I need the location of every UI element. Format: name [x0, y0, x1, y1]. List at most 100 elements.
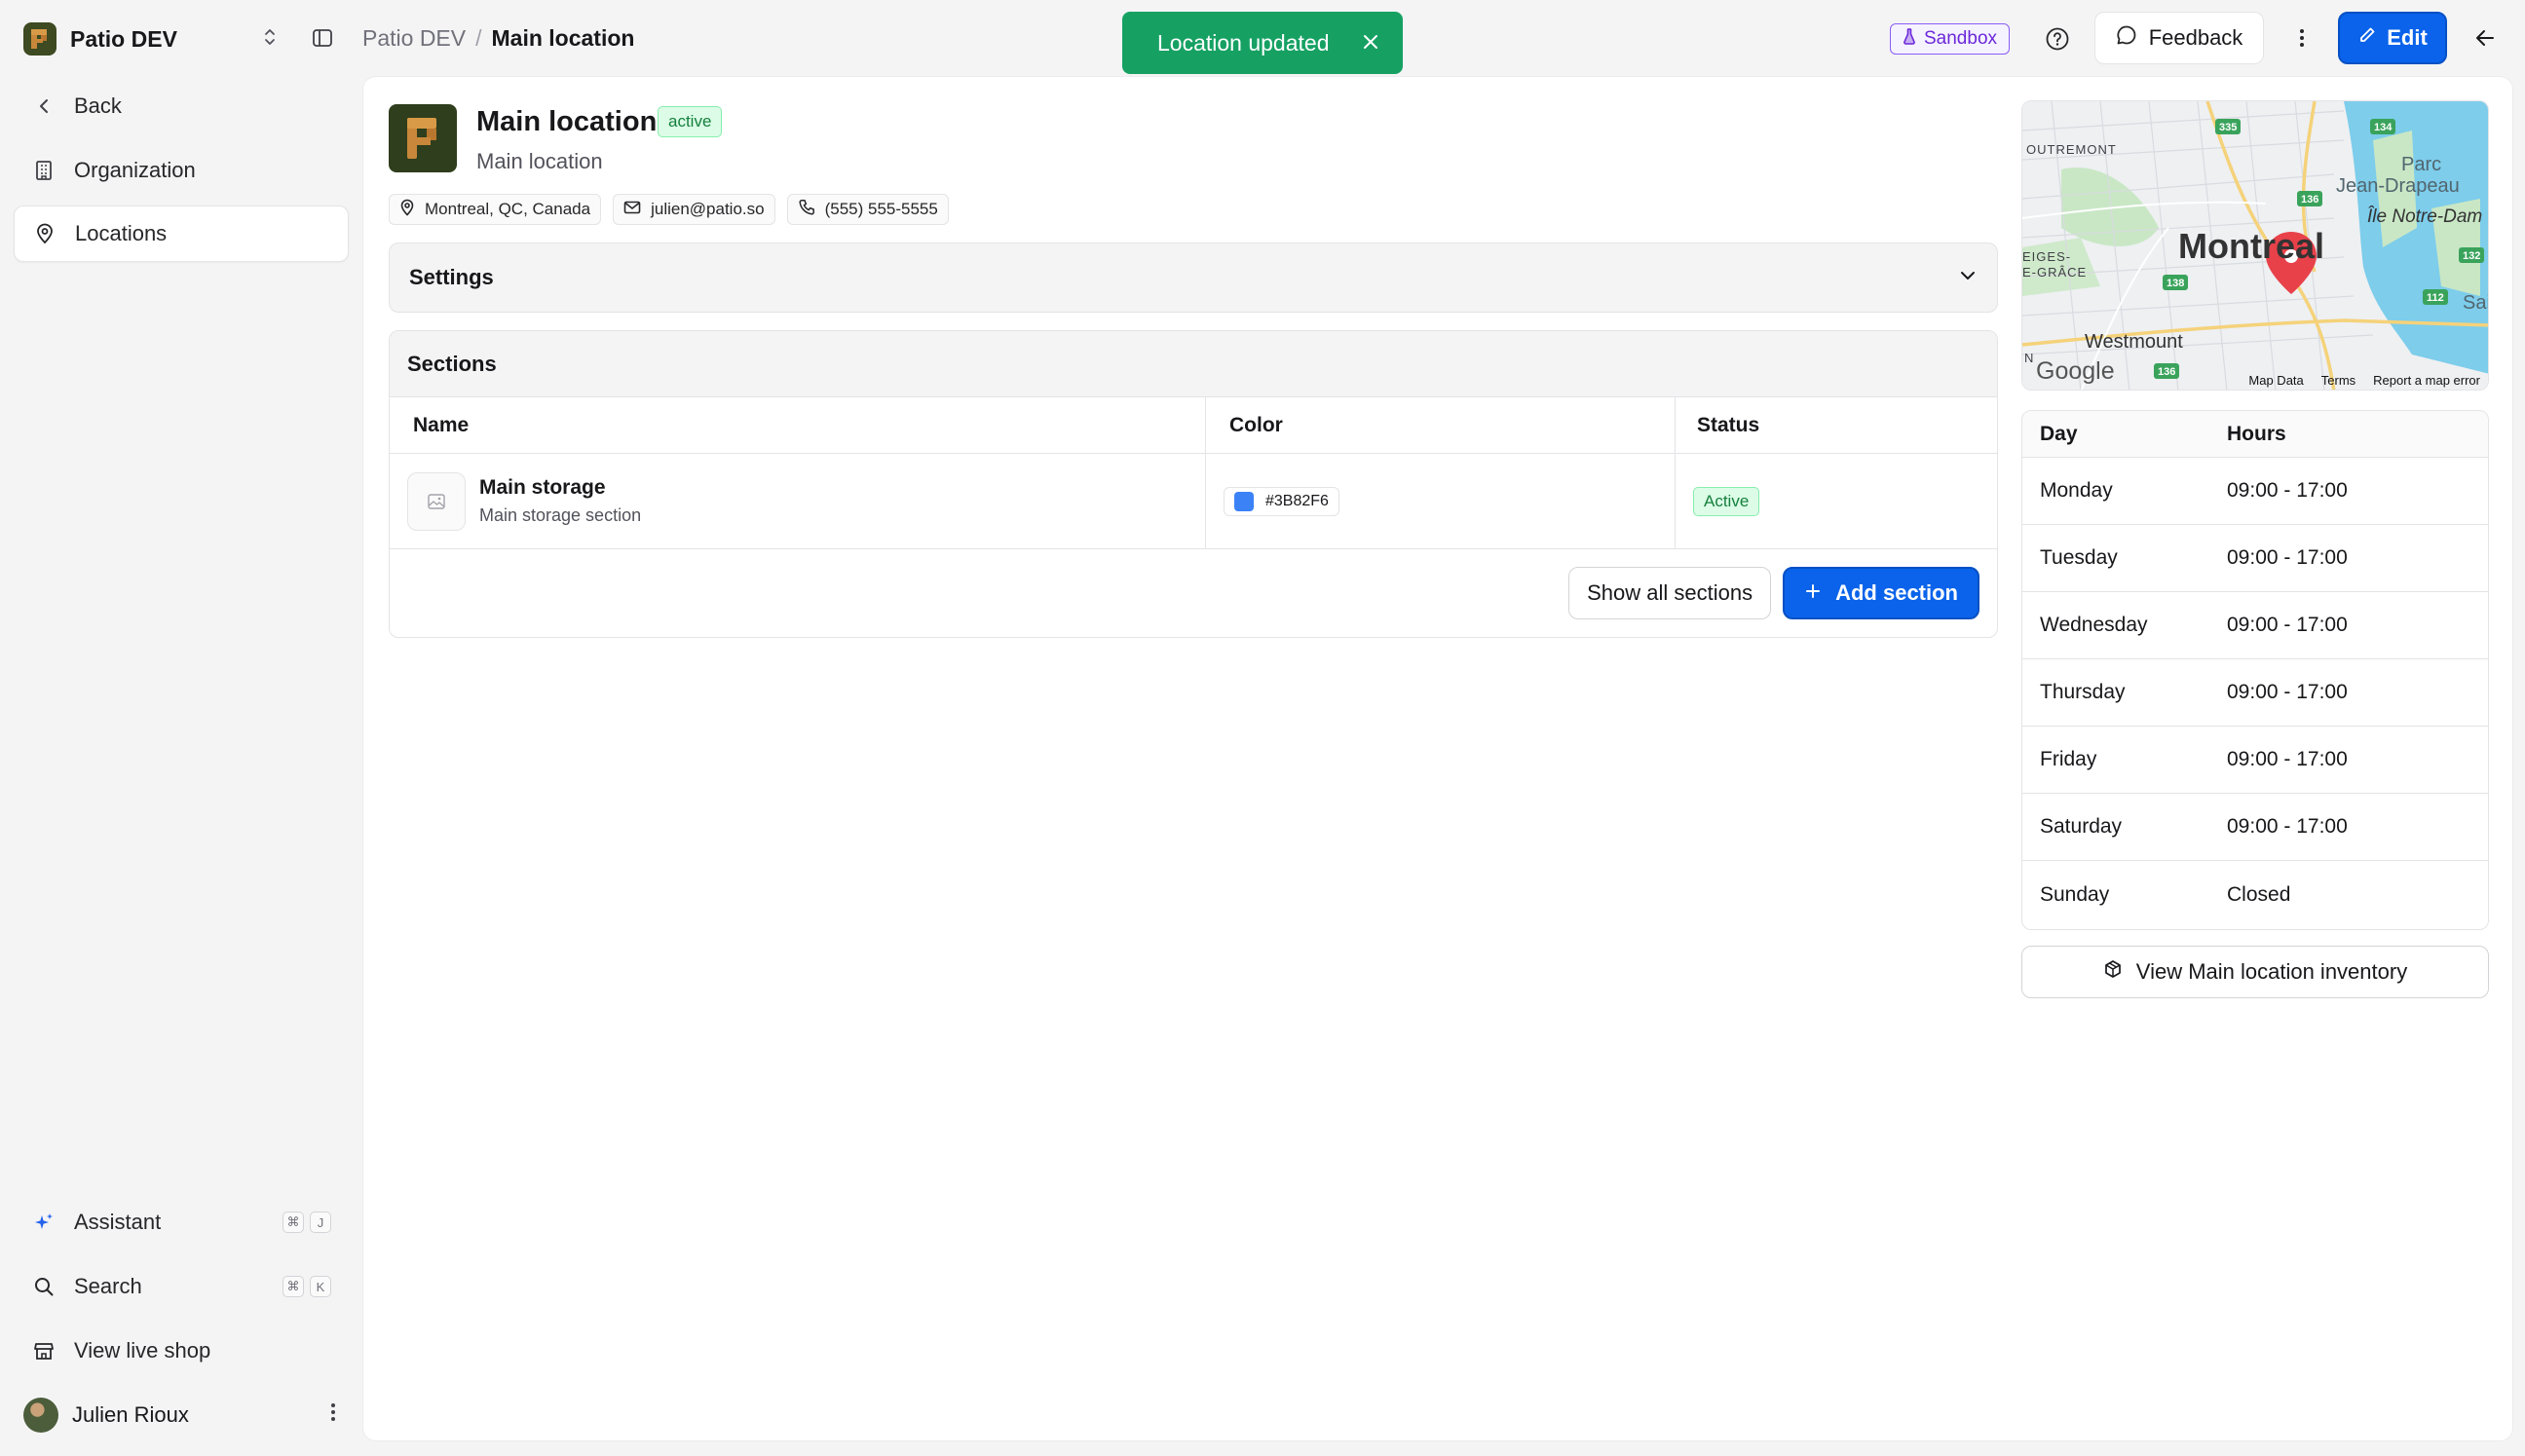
- breadcrumb-root[interactable]: Patio DEV: [362, 25, 466, 52]
- address-chip[interactable]: Montreal, QC, Canada: [389, 194, 602, 225]
- user-name: Julien Rioux: [72, 1402, 189, 1427]
- view-inventory-label: View Main location inventory: [2135, 959, 2408, 984]
- nav-back-label: Back: [74, 93, 122, 118]
- sandbox-badge: Sandbox: [1890, 23, 2011, 55]
- feedback-button[interactable]: Feedback: [2094, 12, 2264, 64]
- breadcrumb-current: Main location: [491, 25, 635, 51]
- hours-value: 09:00 - 17:00: [2227, 681, 2348, 703]
- route-number: 136: [2301, 194, 2318, 205]
- column-header-color: Color: [1206, 397, 1676, 453]
- hours-row: Monday 09:00 - 17:00: [2022, 458, 2488, 525]
- store-icon: [33, 1340, 55, 1362]
- package-icon: [2103, 959, 2123, 985]
- help-icon[interactable]: [2042, 23, 2073, 55]
- nav-organization[interactable]: Organization: [14, 142, 349, 199]
- location-title: Main location: [476, 106, 658, 137]
- nav-view-live-shop[interactable]: View live shop: [14, 1323, 349, 1379]
- avatar: [23, 1398, 58, 1433]
- nav-search[interactable]: Search ⌘ K: [14, 1258, 349, 1315]
- hours-value: 09:00 - 17:00: [2227, 614, 2348, 636]
- user-menu[interactable]: Julien Rioux: [23, 1394, 345, 1437]
- location-contact-chips: Montreal, QC, Canada julien@patio.so (55…: [389, 194, 949, 225]
- report-map-error-link[interactable]: Report a map error: [2373, 373, 2480, 388]
- nav-locations-label: Locations: [75, 221, 168, 245]
- search-shortcut: ⌘ K: [283, 1276, 331, 1297]
- map-label: Parc: [2401, 154, 2442, 175]
- kbd-key: ⌘: [283, 1276, 304, 1297]
- map-label: E-GRÂCE: [2022, 265, 2088, 280]
- location-map[interactable]: 335 134 136 138 132 112 136 OUTREMONT Pa…: [2021, 100, 2489, 391]
- close-icon[interactable]: [1358, 29, 1383, 55]
- flask-icon: [1903, 27, 1916, 51]
- nav-live-shop-label: View live shop: [74, 1338, 211, 1363]
- map-terms-link[interactable]: Terms: [2321, 373, 2355, 388]
- hours-day: Friday: [2040, 748, 2097, 770]
- map-city-label: Montreal: [2178, 226, 2325, 266]
- map-footer: Map Data Terms Report a map error: [2022, 370, 2488, 390]
- pencil-icon: [2357, 25, 2377, 51]
- phone-icon: [798, 199, 815, 221]
- nav-assistant-label: Assistant: [74, 1210, 162, 1234]
- kbd-key: K: [310, 1276, 331, 1297]
- sections-title: Sections: [390, 331, 1997, 397]
- hours-day: Sunday: [2040, 882, 2110, 906]
- show-all-sections-button[interactable]: Show all sections: [1568, 567, 1772, 619]
- sections-footer: Show all sections Add section: [390, 549, 1997, 637]
- org-logo: [23, 22, 57, 56]
- hours-value: 09:00 - 17:00: [2227, 748, 2348, 770]
- email-text: julien@patio.so: [651, 200, 765, 218]
- sidebar-toggle-icon[interactable]: [308, 23, 337, 53]
- kbd-key: ⌘: [283, 1212, 304, 1233]
- color-hex: #3B82F6: [1265, 492, 1329, 509]
- breadcrumb-separator: /: [475, 25, 482, 51]
- chevron-left-icon: [33, 95, 55, 117]
- nav-locations[interactable]: Locations: [14, 205, 349, 262]
- hours-row: Wednesday 09:00 - 17:00: [2022, 592, 2488, 659]
- section-description: Main storage section: [479, 505, 642, 525]
- route-number: 138: [2167, 278, 2184, 289]
- route-number: 335: [2219, 122, 2237, 133]
- nav-organization-label: Organization: [74, 158, 196, 182]
- map-label: Jean-Drapeau: [2336, 175, 2460, 197]
- status-badge: active: [658, 106, 723, 137]
- color-chip: #3B82F6: [1224, 486, 1339, 516]
- more-vertical-icon[interactable]: [2285, 21, 2318, 55]
- map-data-link[interactable]: Map Data: [2248, 373, 2303, 388]
- hours-day: Tuesday: [2040, 546, 2118, 569]
- chevron-down-icon: [1958, 269, 1978, 287]
- main-panel: Main location active Main location Montr…: [362, 76, 2513, 1441]
- message-circle-icon: [2116, 24, 2137, 52]
- status-badge: Active: [1693, 486, 1760, 516]
- toast-message: Location updated: [1157, 29, 1330, 56]
- org-switcher[interactable]: Patio DEV: [23, 19, 277, 58]
- nav-assistant[interactable]: Assistant ⌘ J: [14, 1194, 349, 1251]
- table-row[interactable]: Main storage Main storage section #3B82F…: [390, 454, 1997, 549]
- add-section-button[interactable]: Add section: [1783, 567, 1979, 619]
- location-description: Main location: [476, 149, 603, 173]
- map-label: EIGES-: [2022, 249, 2072, 264]
- edit-button[interactable]: Edit: [2338, 12, 2447, 64]
- hours-row: Saturday 09:00 - 17:00: [2022, 794, 2488, 861]
- mail-icon: [623, 200, 641, 220]
- assistant-shortcut: ⌘ J: [283, 1212, 331, 1233]
- nav-back[interactable]: Back: [14, 78, 349, 134]
- section-name: Main storage: [479, 476, 606, 499]
- arrow-left-icon[interactable]: [2468, 21, 2502, 55]
- map-label: OUTREMONT: [2026, 142, 2117, 157]
- map-label: Westmount: [2085, 331, 2183, 353]
- address-text: Montreal, QC, Canada: [425, 200, 591, 218]
- hours-day: Monday: [2040, 479, 2113, 502]
- email-chip[interactable]: julien@patio.so: [613, 194, 775, 225]
- nav-search-label: Search: [74, 1274, 142, 1298]
- map-pin-icon: [34, 223, 56, 244]
- sidebar: Patio DEV Back Organization Locations As…: [0, 0, 362, 1456]
- sandbox-label: Sandbox: [1924, 28, 1998, 49]
- more-vertical-icon[interactable]: [321, 1401, 345, 1429]
- settings-accordion[interactable]: Settings: [389, 243, 1998, 313]
- kbd-key: J: [310, 1212, 331, 1233]
- map-label: N: [2024, 351, 2034, 365]
- sparkles-icon: [33, 1212, 55, 1233]
- phone-chip[interactable]: (555) 555-5555: [786, 194, 949, 225]
- image-placeholder-icon: [407, 471, 466, 531]
- view-inventory-button[interactable]: View Main location inventory: [2021, 946, 2489, 998]
